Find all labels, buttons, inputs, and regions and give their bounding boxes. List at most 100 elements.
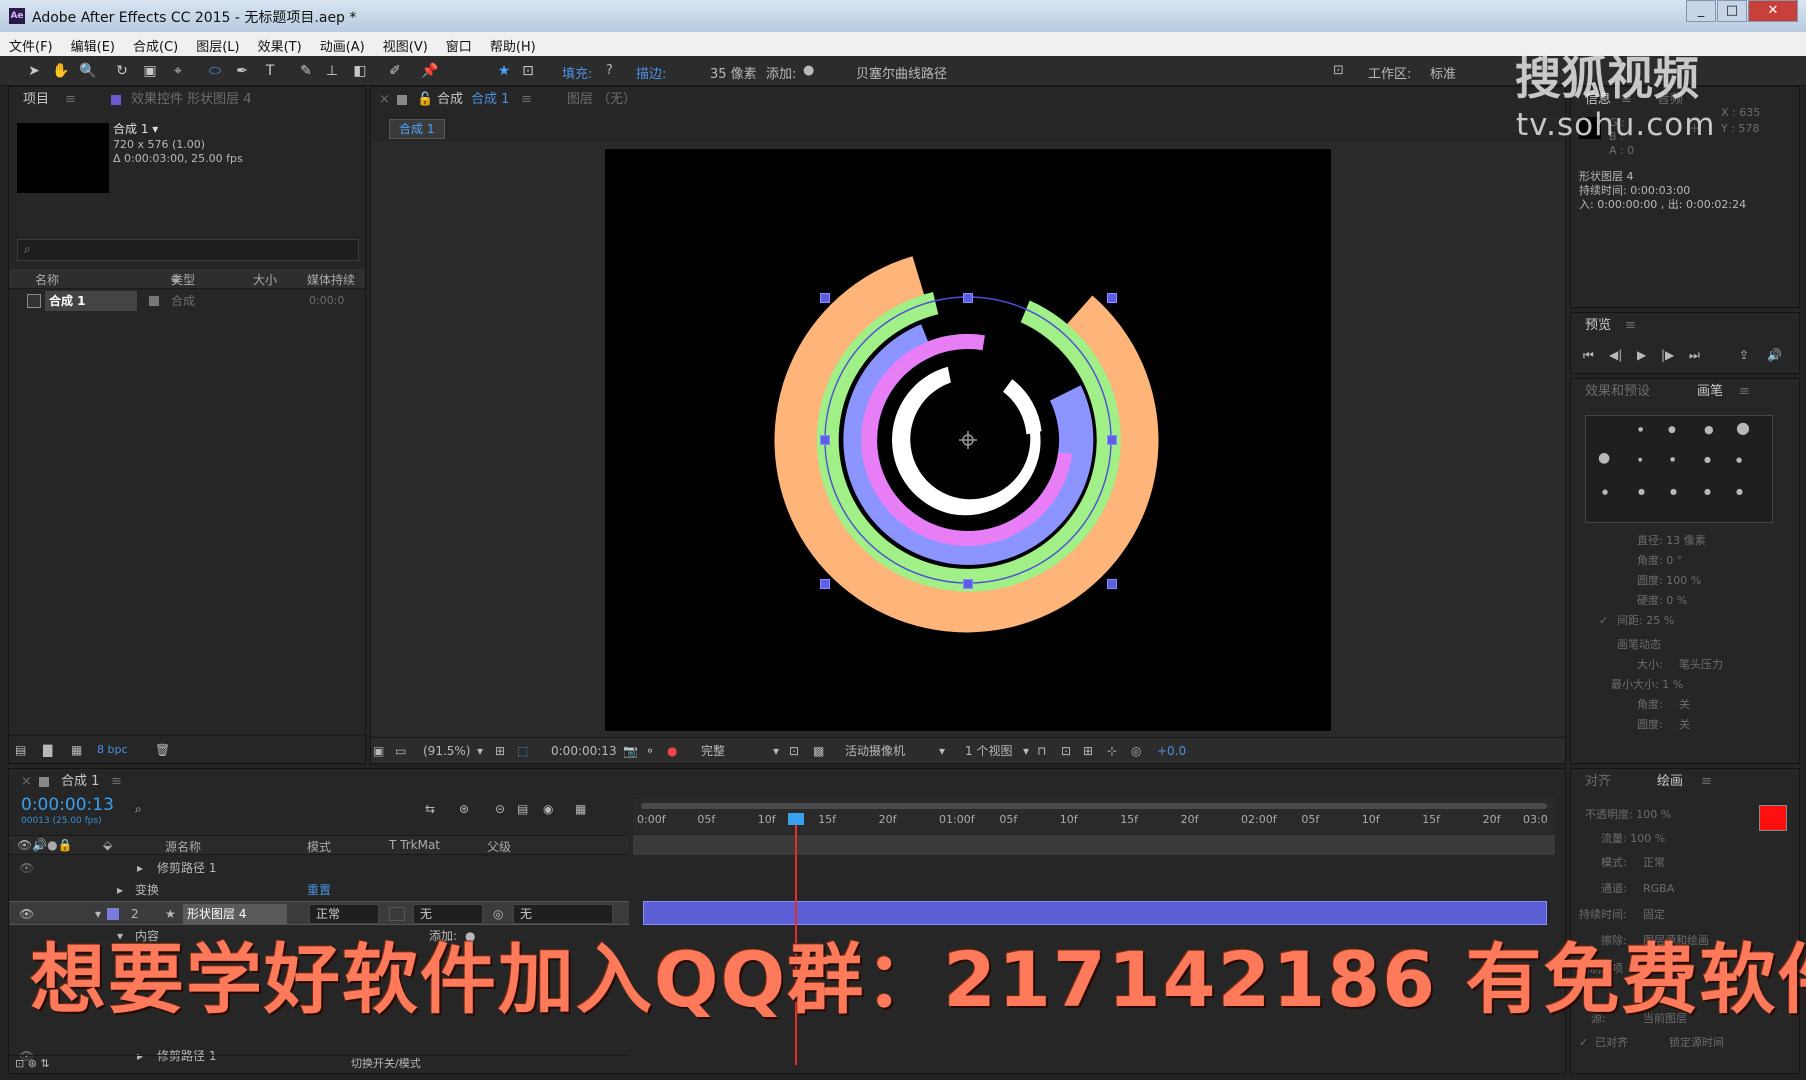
- menu-layer[interactable]: 图层(L): [187, 32, 248, 55]
- dyn-size-dropdown[interactable]: 笔头压力: [1679, 655, 1723, 675]
- maximize-button[interactable]: □: [1717, 0, 1747, 22]
- interpret-footage-icon[interactable]: ▤: [15, 740, 26, 760]
- transparency-grid-icon[interactable]: ▩: [813, 741, 824, 761]
- project-search-input[interactable]: ⌕: [17, 239, 359, 261]
- col-duration[interactable]: 媒体持续: [307, 271, 355, 288]
- close-tab-icon[interactable]: ×: [379, 89, 390, 111]
- loop-icon[interactable]: ⇪: [1739, 345, 1749, 365]
- timeline-row[interactable]: 👁 ▸ 修剪路径 1: [9, 857, 629, 879]
- timeline-search-icon[interactable]: ⌕: [135, 799, 142, 819]
- menu-animation[interactable]: 动画(A): [311, 32, 374, 55]
- transform-handle[interactable]: [963, 579, 973, 589]
- menu-view[interactable]: 视图(V): [374, 32, 437, 55]
- foreground-color-swatch[interactable]: [1759, 805, 1787, 831]
- work-area-bar[interactable]: [641, 803, 1547, 809]
- brush-tip[interactable]: ●: [1704, 450, 1711, 470]
- stroke-width-value[interactable]: 35 像素: [710, 63, 757, 82]
- comp-breadcrumb[interactable]: 合成 1: [389, 119, 445, 139]
- col-trkmat[interactable]: T TrkMat: [389, 838, 440, 852]
- hand-tool-icon[interactable]: ✋: [51, 61, 71, 81]
- tab-layer[interactable]: 图层 （无）: [567, 89, 636, 111]
- panel-menu-icon[interactable]: ≡: [65, 89, 76, 111]
- pan-behind-tool-icon[interactable]: ⌖: [168, 61, 188, 81]
- color-channels-icon[interactable]: ●: [667, 741, 677, 761]
- toggle-switches-modes[interactable]: 切换开关/模式: [351, 1054, 421, 1074]
- clone-stamp-tool-icon[interactable]: ⊥: [322, 61, 342, 81]
- paint-mode-dropdown[interactable]: 正常: [1643, 853, 1665, 873]
- brush-diameter[interactable]: 直径: 13 像素: [1637, 531, 1706, 551]
- brush-tip[interactable]: ●: [1670, 482, 1677, 502]
- brush-tip[interactable]: ●: [1704, 482, 1711, 502]
- paint-flow[interactable]: 流量: 100 %: [1601, 829, 1665, 849]
- frame-blending-icon[interactable]: ▤: [517, 799, 528, 819]
- transform-handle[interactable]: [820, 579, 830, 589]
- puppet-pin-tool-icon[interactable]: 📌: [420, 61, 440, 81]
- star-icon[interactable]: ★: [494, 61, 514, 81]
- paint-channel-dropdown[interactable]: RGBA: [1643, 879, 1674, 899]
- vr-icon[interactable]: ⊡: [1333, 63, 1344, 78]
- zoom-level-dropdown[interactable]: (91.5%): [423, 741, 470, 761]
- brush-tip[interactable]: ●: [1598, 448, 1610, 468]
- col-parent[interactable]: 父级: [487, 838, 511, 855]
- add-circle-icon[interactable]: ●: [803, 63, 814, 78]
- transform-handle[interactable]: [820, 435, 830, 445]
- camera-tool-icon[interactable]: ▣: [140, 61, 160, 81]
- trash-icon[interactable]: 🗑: [155, 740, 170, 760]
- menu-file[interactable]: 文件(F): [0, 32, 62, 55]
- brush-tip[interactable]: ●: [1704, 420, 1714, 440]
- play-icon[interactable]: ▶: [1637, 345, 1646, 365]
- tab-timeline[interactable]: 合成 1: [61, 771, 99, 793]
- menu-effect[interactable]: 效果(T): [249, 32, 311, 55]
- grid-icon[interactable]: ⊞: [495, 741, 505, 761]
- brush-tip-grid[interactable]: ● ● ● ● ● ● ● ● ● ● ● ● ● ●: [1585, 415, 1773, 523]
- pen-tool-icon[interactable]: ✒: [232, 61, 252, 81]
- col-name[interactable]: 名称: [35, 271, 59, 288]
- tab-preview[interactable]: 预览: [1585, 315, 1611, 337]
- dyn-min-size[interactable]: 最小大小: 1 %: [1611, 675, 1683, 695]
- motion-blur-icon[interactable]: ◉: [543, 799, 553, 819]
- label-color-box[interactable]: [149, 296, 159, 306]
- timeline-menu-icon[interactable]: ≡: [111, 771, 122, 793]
- stroke-label[interactable]: 描边:: [636, 63, 666, 82]
- brushes-menu-icon[interactable]: ≡: [1739, 381, 1750, 403]
- current-time-field[interactable]: 0:00:00:13: [551, 741, 617, 761]
- tab-effect-controls[interactable]: 效果控件 形状图层 4: [131, 89, 252, 111]
- mask-visibility-icon[interactable]: ⬚: [517, 741, 528, 761]
- preview-menu-icon[interactable]: ≡: [1625, 315, 1636, 337]
- col-type[interactable]: 类型: [171, 271, 195, 288]
- viewer-menu-icon[interactable]: ≡: [521, 89, 532, 111]
- menu-help[interactable]: 帮助(H): [481, 32, 545, 55]
- selection-tool-icon[interactable]: ➤: [24, 61, 44, 81]
- brush-tip[interactable]: ●: [1668, 420, 1676, 440]
- brush-tip[interactable]: ●: [1736, 418, 1750, 438]
- chevron-down-icon[interactable]: ▾: [1023, 741, 1029, 761]
- view-layout-dropdown[interactable]: 1 个视图: [965, 741, 1012, 761]
- fast-preview-icon[interactable]: ⊡: [1061, 741, 1071, 761]
- close-button[interactable]: ✕: [1748, 0, 1798, 22]
- always-preview-icon[interactable]: ▣: [373, 741, 384, 761]
- snap-icon[interactable]: ⊡: [518, 61, 538, 81]
- col-size[interactable]: 大小: [253, 271, 277, 288]
- menu-window[interactable]: 窗口: [437, 32, 481, 55]
- audio-icon[interactable]: 🔊: [1767, 345, 1782, 365]
- next-frame-icon[interactable]: |▶: [1661, 345, 1674, 365]
- exposure-reset-icon[interactable]: ◎: [1131, 741, 1141, 761]
- brush-angle[interactable]: 角度: 0 °: [1637, 551, 1682, 571]
- roto-brush-tool-icon[interactable]: ✐: [385, 61, 405, 81]
- close-timeline-icon[interactable]: ×: [21, 771, 32, 793]
- last-frame-icon[interactable]: ⏭: [1689, 345, 1700, 365]
- chevron-down-icon[interactable]: ▾: [477, 741, 483, 761]
- rotate-tool-icon[interactable]: ↻: [112, 61, 132, 81]
- tab-composition[interactable]: 合成: [437, 89, 463, 111]
- zoom-tool-icon[interactable]: 🔍: [78, 61, 98, 81]
- new-folder-icon[interactable]: ▇: [43, 740, 52, 760]
- aligned-checkbox-icon[interactable]: ✓: [1579, 1033, 1588, 1053]
- resolution-dropdown[interactable]: 完整: [701, 741, 725, 761]
- transform-handle[interactable]: [963, 293, 973, 303]
- graph-editor-icon[interactable]: ▦: [575, 799, 586, 819]
- brush-spacing[interactable]: 间距: 25 %: [1617, 611, 1674, 631]
- toggle-panes-icon[interactable]: ⊡ ⊛ ⇅: [15, 1054, 50, 1074]
- exposure-value[interactable]: +0.0: [1157, 741, 1186, 761]
- timeline-icon[interactable]: ⊞: [1083, 741, 1093, 761]
- toggle-pixel-aspect-icon[interactable]: ⊓: [1037, 741, 1046, 761]
